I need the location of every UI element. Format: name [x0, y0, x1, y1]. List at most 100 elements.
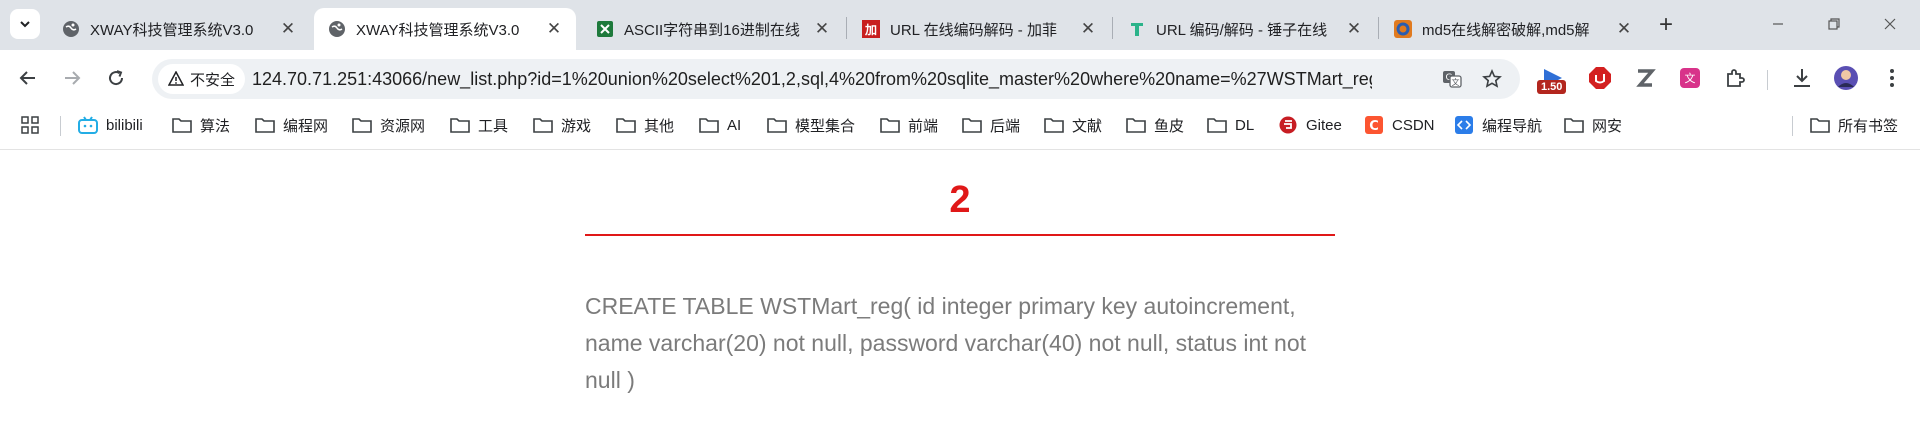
folder-icon	[1044, 116, 1064, 134]
folder-icon	[962, 116, 982, 134]
bookmark-folder-suanfa[interactable]: 算法	[172, 106, 230, 144]
back-button[interactable]	[12, 62, 44, 94]
bookmark-label: 编程导航	[1482, 117, 1543, 135]
folder-icon	[699, 116, 719, 134]
url-text[interactable]: 124.70.71.251:43066/new_list.php?id=1%20…	[252, 59, 1372, 99]
close-icon[interactable]: ✕	[278, 19, 298, 39]
bookmark-folder-houduan[interactable]: 后端	[962, 106, 1020, 144]
tab-xway-1[interactable]: XWAY科技管理系统V3.0 ✕	[48, 8, 310, 50]
restore-button[interactable]	[1814, 10, 1854, 38]
code-nav-icon	[1454, 116, 1474, 134]
bookmark-folder-yupi[interactable]: 鱼皮	[1126, 106, 1184, 144]
globe-icon	[62, 20, 80, 38]
toolbar-divider	[1767, 70, 1768, 90]
security-chip[interactable]: 不安全	[158, 64, 246, 94]
folder-icon	[880, 116, 900, 134]
more-menu-icon[interactable]	[1877, 64, 1907, 92]
minimize-button[interactable]	[1758, 10, 1798, 38]
close-icon[interactable]: ✕	[812, 19, 832, 39]
hammer-icon	[1128, 20, 1146, 38]
folder-icon	[1126, 116, 1146, 134]
bookmark-label: 算法	[200, 117, 231, 135]
reload-button[interactable]	[100, 62, 132, 94]
zotero-icon[interactable]	[1630, 64, 1660, 92]
download-icon[interactable]	[1787, 64, 1817, 92]
bookmark-bilibili[interactable]: bilibili	[78, 106, 143, 144]
bookmark-folder-wenxian[interactable]: 文献	[1044, 106, 1102, 144]
tab-url-jiafei[interactable]: 加 URL 在线编码解码 - 加菲 ✕	[848, 8, 1110, 50]
star-icon[interactable]	[1480, 67, 1504, 91]
close-window-button[interactable]	[1870, 10, 1910, 38]
folder-icon	[533, 116, 553, 134]
spreadsheet-icon	[596, 20, 614, 38]
chevron-down-icon	[20, 21, 30, 28]
bookmark-folder-bianchengwang[interactable]: 编程网	[255, 106, 328, 144]
all-bookmarks-button[interactable]: 所有书签	[1810, 106, 1898, 144]
warning-icon	[168, 71, 184, 87]
apps-button[interactable]	[20, 106, 48, 144]
bookmark-gitee[interactable]: Gitee	[1278, 106, 1342, 144]
bookmark-label: AI	[727, 116, 742, 134]
browser-toolbar: 不安全 124.70.71.251:43066/new_list.php?id=…	[0, 50, 1920, 106]
csdn-icon: C	[1364, 116, 1384, 134]
svg-text:文: 文	[1685, 71, 1696, 85]
bookmark-folder-ziyuanwang[interactable]: 资源网	[352, 106, 425, 144]
page-content: 2 CREATE TABLE WSTMart_reg( id integer p…	[0, 151, 1920, 427]
svg-text:加: 加	[864, 22, 877, 37]
bookmarks-bar: bilibili 算法 编程网 资源网 工具 游戏 其他 AI 模型集合 前端 …	[0, 106, 1920, 150]
new-tab-button[interactable]: +	[1653, 11, 1679, 38]
folder-icon	[450, 116, 470, 134]
bookmark-folder-qita[interactable]: 其他	[616, 106, 674, 144]
bookmark-folder-ai[interactable]: AI	[699, 106, 741, 144]
bookmark-folder-moxingjihe[interactable]: 模型集合	[767, 106, 855, 144]
bookmark-folder-gongju[interactable]: 工具	[450, 106, 508, 144]
bookmark-divider	[60, 116, 61, 136]
bookmark-folder-youxi[interactable]: 游戏	[533, 106, 591, 144]
adblock-icon[interactable]	[1585, 64, 1615, 92]
tab-search-button[interactable]	[10, 9, 40, 39]
tab-title: URL 在线编码解码 - 加菲	[890, 21, 1057, 39]
tab-url-hammer[interactable]: URL 编码/解码 - 锤子在线 ✕	[1114, 8, 1376, 50]
bookmark-code-nav[interactable]: 编程导航	[1454, 106, 1542, 144]
bookmark-folder-qianduan[interactable]: 前端	[880, 106, 938, 144]
plus-icon: +	[1658, 11, 1673, 38]
tab-ascii-hex[interactable]: ASCII字符串到16进制在线 ✕	[582, 8, 844, 50]
article-body: CREATE TABLE WSTMart_reg( id integer pri…	[585, 293, 1307, 393]
folder-icon	[352, 116, 372, 134]
translator-extension-icon[interactable]: 文	[1675, 64, 1705, 92]
reload-icon	[109, 70, 124, 86]
globe-icon	[328, 20, 346, 38]
bookmark-label: DL	[1235, 116, 1255, 134]
bookmark-label: 资源网	[380, 117, 426, 135]
forward-button[interactable]	[56, 62, 88, 94]
address-bar[interactable]: 不安全 124.70.71.251:43066/new_list.php?id=…	[152, 59, 1520, 99]
close-icon[interactable]: ✕	[1078, 19, 1098, 39]
bookmark-folder-dl[interactable]: DL	[1207, 106, 1254, 144]
close-icon[interactable]: ✕	[544, 19, 564, 39]
folder-icon	[1207, 116, 1227, 134]
translate-icon[interactable]: G文	[1440, 67, 1464, 91]
folder-icon	[616, 116, 636, 134]
close-icon[interactable]: ✕	[1344, 19, 1364, 39]
tab-divider	[1112, 17, 1113, 39]
bookmark-label: 其他	[644, 117, 675, 135]
bookmark-csdn[interactable]: C CSDN	[1364, 106, 1435, 144]
bookmark-label: 网安	[1592, 117, 1623, 135]
tab-title: XWAY科技管理系统V3.0	[356, 21, 520, 39]
bookmark-label: 游戏	[561, 117, 592, 135]
folder-icon	[255, 116, 275, 134]
extension-badge: 1.50	[1537, 80, 1567, 94]
extensions-puzzle-icon[interactable]	[1720, 64, 1750, 92]
svg-text:文: 文	[1452, 77, 1460, 87]
title-divider	[585, 234, 1335, 236]
profile-avatar-icon[interactable]	[1831, 64, 1861, 92]
bookmark-folder-wangan[interactable]: 网安	[1564, 106, 1622, 144]
apps-grid-icon	[20, 116, 40, 134]
restore-icon	[1828, 18, 1840, 30]
folder-icon	[1810, 116, 1830, 134]
tab-xway-active[interactable]: XWAY科技管理系统V3.0 ✕	[314, 8, 576, 50]
gitee-icon	[1278, 116, 1298, 134]
close-icon[interactable]: ✕	[1614, 19, 1634, 39]
tab-md5[interactable]: md5在线解密破解,md5解 ✕	[1380, 8, 1646, 50]
bookmark-label: CSDN	[1392, 116, 1435, 134]
